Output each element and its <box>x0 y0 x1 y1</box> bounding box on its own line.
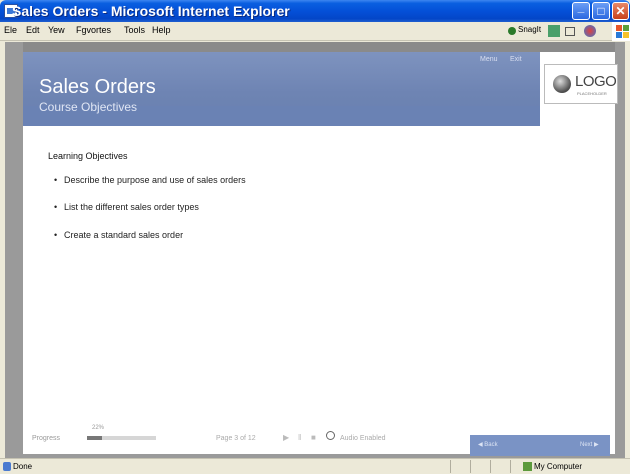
toolbar-options-icon[interactable] <box>584 25 596 37</box>
menu-edit[interactable]: Edt <box>26 25 40 35</box>
maximize-button[interactable] <box>592 2 610 20</box>
progress-bar <box>87 436 156 440</box>
computer-zone-icon <box>523 462 532 471</box>
capture-icon[interactable] <box>548 25 560 37</box>
navigation-bar: ◀ Back Next ▶ <box>470 435 610 456</box>
minimize-button[interactable] <box>572 0 590 20</box>
menu-bar: Ele Edt Yew Fgvortes Tools Help SnagIt <box>0 22 630 41</box>
top-strip <box>23 42 615 52</box>
menu-link[interactable]: Menu <box>480 56 498 63</box>
play-icon[interactable]: ▶ <box>283 433 289 442</box>
menu-view[interactable]: Yew <box>48 25 65 35</box>
pause-icon[interactable]: ‖ <box>298 433 301 442</box>
menu-tools[interactable]: Tools <box>124 25 145 35</box>
snagit-icon[interactable] <box>508 27 516 35</box>
status-divider <box>490 460 491 473</box>
progress-percent: 22% <box>92 425 105 431</box>
progress-fill <box>87 436 103 440</box>
course-subtitle: Course Objectives <box>39 100 138 114</box>
status-divider <box>450 460 451 473</box>
status-text: Done <box>13 462 33 471</box>
window-capture-icon[interactable] <box>565 27 575 36</box>
menu-help[interactable]: Help <box>152 25 171 35</box>
snagit-button[interactable]: SnagIt <box>518 25 541 34</box>
back-button[interactable]: ◀ Back <box>478 441 498 448</box>
objective-item: Describe the purpose and use of sales or… <box>54 175 246 185</box>
objective-item: List the different sales order types <box>54 202 199 212</box>
menu-favorites[interactable]: Fgvortes <box>76 25 111 35</box>
close-button[interactable] <box>612 2 629 20</box>
course-page: Menu Exit Sales Orders Course Objectives… <box>23 42 618 454</box>
status-divider <box>470 460 471 473</box>
next-button[interactable]: Next ▶ <box>580 441 599 448</box>
content-frame: Menu Exit Sales Orders Course Objectives… <box>5 42 625 458</box>
course-title: Sales Orders <box>39 76 156 98</box>
security-zone: My Computer <box>534 462 583 471</box>
windows-logo-icon <box>612 22 630 41</box>
browser-window: Sales Orders - Microsoft Internet Explor… <box>0 0 630 474</box>
logo: LOGO PLACEHOLDER <box>544 64 618 104</box>
page-status-icon <box>3 462 11 471</box>
stop-icon[interactable]: ■ <box>311 433 316 442</box>
logo-tagline: PLACEHOLDER <box>577 91 607 96</box>
logo-text: LOGO <box>575 73 617 90</box>
title-bar[interactable]: Sales Orders - Microsoft Internet Explor… <box>0 0 630 22</box>
logo-globe-icon <box>553 75 571 93</box>
audio-icon[interactable] <box>326 431 335 440</box>
audio-status: Audio Enabled <box>340 435 386 442</box>
progress-label: Progress <box>32 435 61 442</box>
status-bar: Done My Computer <box>0 458 630 474</box>
objective-item: Create a standard sales order <box>54 230 183 240</box>
menu-file[interactable]: Ele <box>4 25 17 35</box>
exit-link[interactable]: Exit <box>510 56 522 63</box>
window-title: Sales Orders - Microsoft Internet Explor… <box>12 3 290 19</box>
objectives-heading: Learning Objectives <box>48 151 128 161</box>
page-indicator: Page 3 of 12 <box>216 435 256 442</box>
status-divider <box>510 460 511 473</box>
